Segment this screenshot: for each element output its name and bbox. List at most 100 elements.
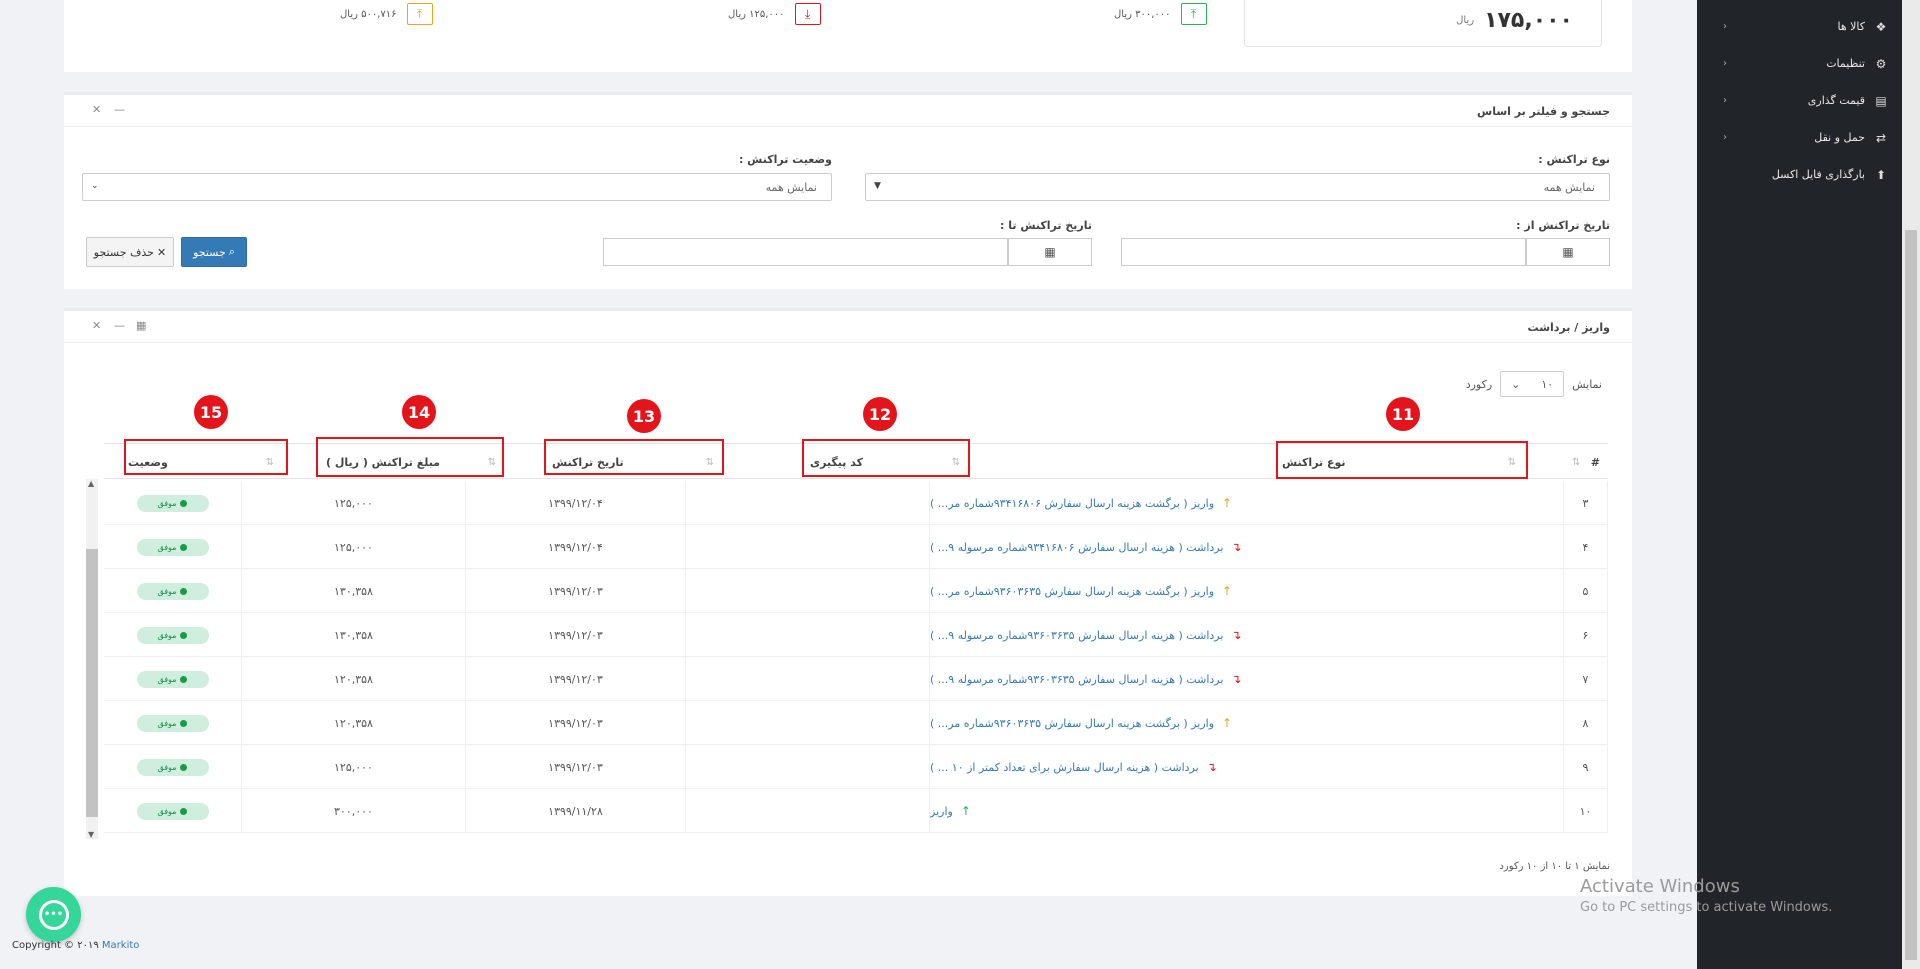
sidebar-item[interactable]: ⇄ حمل و نقل ‹ — [1697, 119, 1920, 156]
cell-amount: ۱۲۵,۰۰۰ — [242, 525, 466, 569]
calendar-icon[interactable]: ▦ — [1526, 238, 1610, 266]
cell-status: موفق — [104, 657, 242, 701]
cell-date: ۱۳۹۹/۱۱/۲۸ — [466, 789, 686, 833]
minimize-icon[interactable]: — — [114, 319, 125, 332]
cell-tracking — [686, 789, 930, 833]
close-icon: ✕ — [157, 245, 167, 259]
sidebar-scrollbar-thumb[interactable] — [1905, 230, 1917, 960]
page-size-select[interactable]: ۱۰ ⌄ — [1500, 371, 1565, 397]
cell-type[interactable]: ↴ برداشت ( هزینه ارسال سفارش ۹۳۴۱۶۸۰۶شمار… — [930, 525, 1564, 569]
cell-amount: ۱۳۰,۳۵۸ — [242, 569, 466, 613]
cell-idx: ۴ — [1564, 525, 1608, 569]
cell-type[interactable]: ↴ برداشت ( هزینه ارسال سفارش برای تعداد ک… — [930, 745, 1564, 789]
table-icon[interactable]: ▦ — [136, 319, 146, 332]
table-row[interactable]: ۷ ↴ برداشت ( هزینه ارسال سفارش ۹۳۶۰۳۶۳۵شما… — [104, 657, 1608, 701]
status-dot-icon — [180, 631, 188, 639]
cell-tracking — [686, 481, 930, 525]
date-from-label: تاریخ تراکنش از : — [1516, 219, 1610, 232]
cell-tracking — [686, 701, 930, 745]
table-scrollbar-thumb[interactable] — [86, 549, 98, 817]
minimize-icon[interactable]: — — [114, 103, 125, 116]
status-badge: موفق — [136, 670, 209, 688]
cell-type[interactable]: ↴ برداشت ( هزینه ارسال سفارش ۹۳۶۰۳۶۳۵شمار… — [930, 657, 1564, 701]
sidebar-item[interactable]: ⚙ تنظیمات ‹ — [1697, 45, 1920, 82]
table-row[interactable]: ۸ ↑ واریز ( برگشت هزینه ارسال سفارش ۹۳۶۰۳۶… — [104, 701, 1608, 745]
search-button[interactable]: ⌕ جستجو — [181, 237, 247, 267]
sidebar-item-label: تنظیمات — [1826, 57, 1865, 70]
close-icon[interactable]: ✕ — [92, 319, 101, 332]
chart-icon: ▤ — [1875, 93, 1887, 108]
sort-icon: ⇅ — [1572, 456, 1581, 468]
status-select[interactable]: نمایش همه ⌄ — [82, 173, 832, 201]
arrow-up-icon: ⤒ — [406, 3, 433, 25]
annotation-box — [802, 439, 970, 477]
type-select[interactable]: نمایش همه ▼ — [865, 173, 1610, 201]
cell-amount: ۱۲۰,۳۵۸ — [242, 701, 466, 745]
status-badge: موفق — [136, 538, 209, 556]
cell-type[interactable]: ↑ واریز ( برگشت هزینه ارسال سفارش ۹۳۶۰۳۶۳… — [930, 701, 1564, 745]
stat-withdraw: ⤓ ۱۲۵,۰۰۰ ریال — [728, 3, 821, 25]
search-icon: ⌕ — [228, 245, 235, 258]
scroll-up-icon[interactable]: ▲ — [88, 479, 94, 488]
cell-type[interactable]: ↑ واریز ( برگشت هزینه ارسال سفارش ۹۳۶۰۳۶۳… — [930, 569, 1564, 613]
cell-date: ۱۳۹۹/۱۲/۰۳ — [466, 569, 686, 613]
sidebar: ❖ کالا ها ‹ ⚙ تنظیمات ‹ ▤ قیمت گذاری ‹ ⇄ حمل و نقل… — [1697, 0, 1920, 969]
cell-type[interactable]: ↑ واریز ( برگشت هزینه ارسال سفارش ۹۳۴۱۶۸۰… — [930, 481, 1564, 525]
cell-tracking — [686, 569, 930, 613]
table-scrollbar[interactable]: ▲ ▼ — [86, 479, 98, 839]
col-index[interactable]: # ⇅ — [1564, 444, 1608, 480]
cell-date: ۱۳۹۹/۱۲/۰۳ — [466, 745, 686, 789]
table-row[interactable]: ۵ ↑ واریز ( برگشت هزینه ارسال سفارش ۹۳۶۰۳۶… — [104, 569, 1608, 613]
cell-tracking — [686, 657, 930, 701]
table-row[interactable]: ۶ ↴ برداشت ( هزینه ارسال سفارش ۹۳۶۰۳۶۳۵شما… — [104, 613, 1608, 657]
table-row[interactable]: ۹ ↴ برداشت ( هزینه ارسال سفارش برای تعداد … — [104, 745, 1608, 789]
annotation-badge: 14 — [402, 395, 436, 429]
status-dot-icon — [180, 807, 188, 815]
cell-status: موفق — [104, 745, 242, 789]
sidebar-item-label: بارگذاری فایل اکسل — [1771, 168, 1865, 181]
status-label: وضعیت تراکنش : — [738, 153, 832, 166]
scroll-down-icon[interactable]: ▼ — [88, 830, 94, 839]
status-select-value: نمایش همه — [765, 180, 817, 194]
stat-returned: ⤒ ۵۰۰,۷۱۶ ریال — [340, 3, 433, 25]
table-row[interactable]: ۴ ↴ برداشت ( هزینه ارسال سفارش ۹۳۴۱۶۸۰۶شما… — [104, 525, 1608, 569]
cell-status: موفق — [104, 789, 242, 833]
sidebar-item[interactable]: ❖ کالا ها ‹ — [1697, 8, 1920, 45]
arrow-down-icon: ↴ — [1231, 628, 1242, 642]
status-dot-icon — [180, 719, 188, 727]
cubes-icon: ❖ — [1875, 19, 1887, 34]
filter-panel-header: جستجو و فیلتر بر اساس ✕ — — [64, 95, 1632, 127]
table-row[interactable]: ۱۰ ↑ واریز ۱۳۹۹/۱۱/۲۸ ۳۰۰,۰۰۰ موفق — [104, 789, 1608, 833]
transactions-panel-header: واریز / برداشت ✕ — ▦ — [64, 311, 1632, 343]
table-info: نمایش ۱ تا ۱۰ از ۱۰ رکورد — [1499, 861, 1610, 872]
show-label: نمایش — [1572, 377, 1602, 391]
cell-amount: ۱۲۰,۳۵۸ — [242, 657, 466, 701]
cell-type[interactable]: ↴ برداشت ( هزینه ارسال سفارش ۹۳۶۰۳۶۳۵شمار… — [930, 613, 1564, 657]
chat-button[interactable]: ••• — [26, 887, 81, 942]
footer-brand-link[interactable]: Markito — [102, 940, 139, 951]
transactions-panel: واریز / برداشت ✕ — ▦ نمایش ۱۰ ⌄ رکورد # ⇅… — [64, 308, 1632, 896]
arrow-up-icon: ↑ — [1222, 584, 1233, 598]
cell-type[interactable]: ↑ واریز — [930, 789, 1564, 833]
calendar-icon[interactable]: ▦ — [1008, 238, 1092, 266]
arrow-down-icon: ↴ — [1206, 760, 1217, 774]
sidebar-item[interactable]: ⬆ بارگذاری فایل اکسل — [1697, 156, 1920, 193]
balance-value: ۱۷۵,۰۰۰ — [1484, 8, 1573, 33]
date-from-input[interactable] — [1121, 238, 1526, 266]
cell-amount: ۳۰۰,۰۰۰ — [242, 789, 466, 833]
clear-search-button[interactable]: ✕ حذف جستجو — [86, 237, 174, 267]
status-badge: موفق — [136, 626, 209, 644]
sidebar-item-label: حمل و نقل — [1814, 131, 1865, 144]
sidebar-item[interactable]: ▤ قیمت گذاری ‹ — [1697, 82, 1920, 119]
cell-date: ۱۳۹۹/۱۲/۰۴ — [466, 481, 686, 525]
cell-idx: ۷ — [1564, 657, 1608, 701]
transactions-panel-title: واریز / برداشت — [1527, 321, 1610, 334]
status-dot-icon — [180, 763, 188, 771]
filter-panel: جستجو و فیلتر بر اساس ✕ — نوع تراکنش : ن… — [64, 92, 1632, 289]
stat-deposit-value: ۳۰۰,۰۰۰ ریال — [1114, 8, 1171, 20]
sidebar-scrollbar[interactable] — [1902, 0, 1920, 969]
close-icon[interactable]: ✕ — [92, 103, 101, 116]
table-row[interactable]: ۳ ↑ واریز ( برگشت هزینه ارسال سفارش ۹۳۴۱۶۸… — [104, 481, 1608, 525]
chevron-left-icon: ‹ — [1723, 132, 1727, 143]
date-to-input[interactable] — [603, 238, 1008, 266]
